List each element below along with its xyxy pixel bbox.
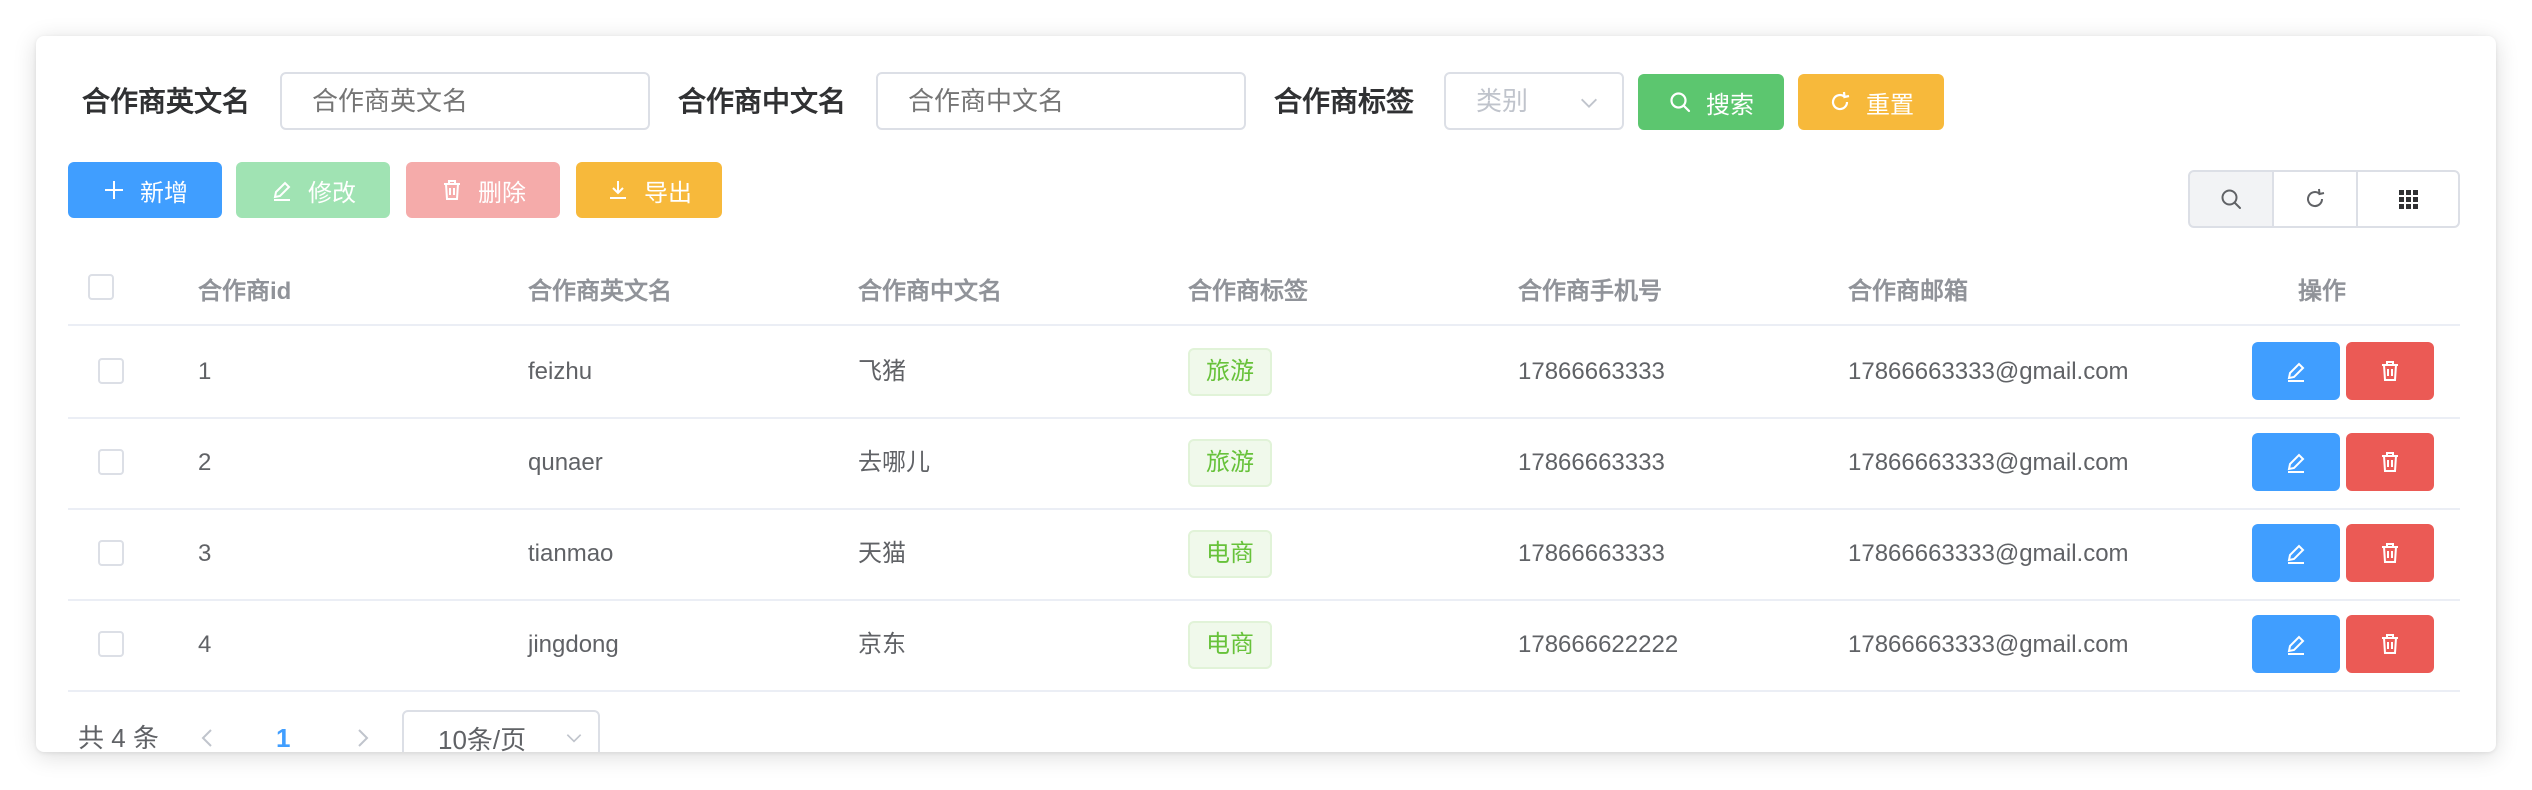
table-row: 4 jingdong 京东 电商 178666622222 1786666333… xyxy=(68,599,2460,692)
row-delete-button[interactable] xyxy=(2346,524,2434,582)
cell-email: 17866663333@gmail.com xyxy=(1848,449,2129,476)
cell-cn-name: 京东 xyxy=(858,631,906,658)
trash-icon xyxy=(2382,634,2398,654)
refresh-icon xyxy=(1831,91,1850,111)
cell-phone: 17866663333 xyxy=(1518,449,1665,476)
column-header-en-name: 合作商英文名 xyxy=(528,278,672,305)
cell-en-name: qunaer xyxy=(528,449,603,476)
cell-en-name: tianmao xyxy=(528,540,614,567)
cell-en-name: jingdong xyxy=(528,631,619,658)
pagination-current-page[interactable]: 1 xyxy=(276,718,290,752)
column-header-tag: 合作商标签 xyxy=(1188,278,1308,305)
edit-icon xyxy=(273,181,291,201)
table-row: 1 feizhu 飞猪 旅游 17866663333 17866663333@g… xyxy=(68,326,2460,419)
tag-select[interactable]: 类别 xyxy=(1444,72,1624,130)
columns-button[interactable] xyxy=(2356,170,2460,228)
row-checkbox[interactable] xyxy=(98,449,124,475)
edit-icon xyxy=(2287,544,2305,564)
cell-id: 4 xyxy=(198,631,212,658)
chevron-right-icon[interactable] xyxy=(350,726,374,750)
edit-button-label: 修改 xyxy=(308,179,356,207)
trash-icon xyxy=(2382,361,2398,381)
cn-name-label: 合作商中文名 xyxy=(678,86,847,117)
reset-button-label: 重置 xyxy=(1866,91,1914,119)
export-button-label: 导出 xyxy=(644,179,692,207)
tag-badge: 旅游 xyxy=(1188,348,1272,396)
main-panel: 合作商英文名 合作商中文名 合作商标签 类别 搜索 重置 新增 修改 删除 导出 xyxy=(36,36,2496,752)
row-edit-button[interactable] xyxy=(2252,433,2340,491)
page-size-select[interactable]: 10条/页 xyxy=(402,710,600,752)
trash-icon xyxy=(2382,543,2398,563)
cell-id: 1 xyxy=(198,358,212,385)
refresh-table-button[interactable] xyxy=(2272,170,2358,228)
search-icon xyxy=(1670,92,1691,113)
table-row: 2 qunaer 去哪儿 旅游 17866663333 17866663333@… xyxy=(68,417,2460,510)
edit-button[interactable]: 修改 xyxy=(236,162,390,218)
cell-id: 2 xyxy=(198,449,212,476)
pagination-total: 共 4 条 xyxy=(78,723,159,752)
tag-select-placeholder: 类别 xyxy=(1476,86,1529,116)
row-edit-button[interactable] xyxy=(2252,615,2340,673)
edit-icon xyxy=(2287,362,2305,382)
en-name-input[interactable] xyxy=(280,72,650,130)
chevron-left-icon[interactable] xyxy=(196,726,220,750)
row-edit-button[interactable] xyxy=(2252,342,2340,400)
refresh-icon xyxy=(2307,188,2325,208)
page-size-value: 10条/页 xyxy=(438,725,527,752)
tag-label: 合作商标签 xyxy=(1274,86,1415,117)
reset-button[interactable]: 重置 xyxy=(1798,74,1944,130)
cell-phone: 178666622222 xyxy=(1518,631,1679,658)
cn-name-input[interactable] xyxy=(876,72,1246,130)
row-edit-button[interactable] xyxy=(2252,524,2340,582)
row-delete-button[interactable] xyxy=(2346,433,2434,491)
en-name-label: 合作商英文名 xyxy=(82,86,251,117)
select-all-checkbox[interactable] xyxy=(88,274,114,300)
table-row: 3 tianmao 天猫 电商 17866663333 17866663333@… xyxy=(68,508,2460,601)
toggle-search-button[interactable] xyxy=(2188,170,2274,228)
row-checkbox[interactable] xyxy=(98,540,124,566)
column-header-cn-name: 合作商中文名 xyxy=(858,278,1002,305)
cell-en-name: feizhu xyxy=(528,358,593,385)
cell-email: 17866663333@gmail.com xyxy=(1848,540,2129,567)
search-button-label: 搜索 xyxy=(1706,91,1754,119)
cell-cn-name: 飞猪 xyxy=(858,358,906,385)
cell-cn-name: 天猫 xyxy=(858,540,906,567)
cell-email: 17866663333@gmail.com xyxy=(1848,358,2129,385)
edit-icon xyxy=(2287,453,2305,473)
delete-button-label: 删除 xyxy=(478,179,526,207)
cell-email: 17866663333@gmail.com xyxy=(1848,631,2129,658)
search-icon xyxy=(2221,189,2241,209)
tag-badge: 旅游 xyxy=(1188,439,1272,487)
plus-icon xyxy=(105,181,123,199)
search-button[interactable]: 搜索 xyxy=(1638,74,1784,130)
tag-badge: 电商 xyxy=(1188,621,1272,669)
cell-phone: 17866663333 xyxy=(1518,540,1665,567)
chevron-down-icon xyxy=(1581,98,1597,108)
row-checkbox[interactable] xyxy=(98,358,124,384)
column-header-email: 合作商邮箱 xyxy=(1848,278,1968,305)
chevron-down-icon xyxy=(566,734,582,743)
row-checkbox[interactable] xyxy=(98,631,124,657)
add-button[interactable]: 新增 xyxy=(68,162,222,218)
cell-id: 3 xyxy=(198,540,212,567)
column-header-phone: 合作商手机号 xyxy=(1518,278,1662,305)
add-button-label: 新增 xyxy=(140,179,188,207)
export-button[interactable]: 导出 xyxy=(576,162,722,218)
cell-cn-name: 去哪儿 xyxy=(858,449,930,476)
row-delete-button[interactable] xyxy=(2346,615,2434,673)
row-delete-button[interactable] xyxy=(2346,342,2434,400)
edit-icon xyxy=(2287,635,2305,655)
grid-icon xyxy=(2399,190,2418,209)
trash-icon xyxy=(444,180,460,200)
cell-phone: 17866663333 xyxy=(1518,358,1665,385)
trash-icon xyxy=(2382,452,2398,472)
delete-button[interactable]: 删除 xyxy=(406,162,560,218)
column-header-actions: 操作 xyxy=(2298,278,2346,305)
tag-badge: 电商 xyxy=(1188,530,1272,578)
download-icon xyxy=(610,181,626,199)
column-header-id: 合作商id xyxy=(198,278,292,305)
